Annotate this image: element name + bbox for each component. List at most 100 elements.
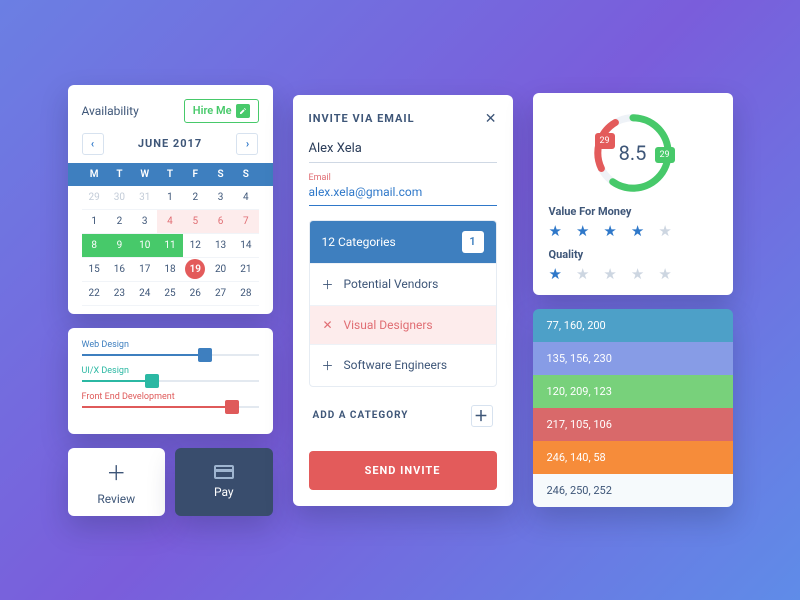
prev-month-button[interactable]: ‹ <box>82 133 104 155</box>
star-icon[interactable]: ★ <box>631 265 644 283</box>
slider-label: Web Design <box>82 340 259 350</box>
calendar-day[interactable]: 1 <box>82 210 107 234</box>
color-swatch[interactable]: 246, 250, 252 <box>533 474 733 507</box>
category-row[interactable]: ✕ Visual Designers <box>310 305 496 344</box>
calendar-day[interactable]: 24 <box>132 282 157 306</box>
skill-slider[interactable]: Front End Development <box>82 392 259 408</box>
pay-label: Pay <box>214 485 234 499</box>
calendar-day[interactable]: 1 <box>157 186 182 210</box>
review-label: Review <box>97 492 135 506</box>
email-label: Email <box>309 173 497 183</box>
slider-knob[interactable] <box>145 374 159 388</box>
calendar-day[interactable]: 27 <box>208 282 233 306</box>
star-icon[interactable]: ★ <box>603 222 616 240</box>
remove-icon: ✕ <box>322 318 334 332</box>
calendar-day[interactable]: 2 <box>183 186 208 210</box>
star-icon[interactable]: ★ <box>549 222 562 240</box>
weekday-header: MTWTFSS <box>68 163 273 186</box>
star-icon[interactable]: ★ <box>603 265 616 283</box>
hire-me-button[interactable]: Hire Me <box>184 99 259 123</box>
plus-icon: ＋ <box>471 405 493 427</box>
calendar-day[interactable]: 20 <box>208 258 233 282</box>
add-icon: ＋ <box>322 357 334 374</box>
calendar-day[interactable]: 25 <box>157 282 182 306</box>
calendar-day[interactable]: 19 <box>183 258 208 282</box>
calendar-day[interactable]: 6 <box>208 210 233 234</box>
slider-knob[interactable] <box>198 348 212 362</box>
rating-label: Value For Money <box>549 205 717 218</box>
slider-label: UI/X Design <box>82 366 259 376</box>
month-label: JUNE 2017 <box>138 137 202 150</box>
star-icon[interactable]: ★ <box>576 265 589 283</box>
calendar-day[interactable]: 4 <box>157 210 182 234</box>
calendar-day[interactable]: 7 <box>233 210 258 234</box>
color-swatches-card: 77, 160, 200135, 156, 230120, 209, 12321… <box>533 309 733 507</box>
color-swatch[interactable]: 77, 160, 200 <box>533 309 733 342</box>
calendar-day[interactable]: 5 <box>183 210 208 234</box>
star-icon[interactable]: ★ <box>658 265 671 283</box>
selected-count-badge: 1 <box>462 231 484 253</box>
rating-stars[interactable]: ★ ★ ★ ★ ★ <box>549 265 717 283</box>
calendar-day[interactable]: 4 <box>233 186 258 210</box>
score-ring: 8.5 29 29 <box>549 109 717 197</box>
calendar-day[interactable]: 13 <box>208 234 233 258</box>
calendar-day[interactable]: 22 <box>82 282 107 306</box>
score-chip-green: 29 <box>655 147 675 163</box>
calendar-day[interactable]: 15 <box>82 258 107 282</box>
calendar-day[interactable]: 18 <box>157 258 182 282</box>
category-row[interactable]: ＋ Software Engineers <box>310 344 496 386</box>
calendar-day[interactable]: 17 <box>132 258 157 282</box>
close-icon[interactable]: ✕ <box>485 111 497 127</box>
name-input[interactable]: Alex Xela <box>309 137 497 163</box>
category-label: Visual Designers <box>344 318 433 332</box>
skill-slider[interactable]: UI/X Design <box>82 366 259 382</box>
category-label: Software Engineers <box>344 358 448 372</box>
calendar-day[interactable]: 29 <box>82 186 107 210</box>
color-swatch[interactable]: 217, 105, 106 <box>533 408 733 441</box>
score-value: 8.5 <box>619 141 647 165</box>
rating-stars[interactable]: ★ ★ ★ ★ ★ <box>549 222 717 240</box>
calendar-day[interactable]: 8 <box>82 234 107 258</box>
next-month-button[interactable]: › <box>236 133 258 155</box>
categories-count-label: 12 Categories <box>322 235 396 249</box>
calendar-day[interactable]: 3 <box>208 186 233 210</box>
calendar-day[interactable]: 10 <box>132 234 157 258</box>
calendar-day[interactable]: 3 <box>132 210 157 234</box>
card-icon <box>214 465 234 479</box>
calendar-day[interactable]: 12 <box>183 234 208 258</box>
color-swatch[interactable]: 135, 156, 230 <box>533 342 733 375</box>
calendar-day[interactable]: 9 <box>107 234 132 258</box>
category-label: Potential Vendors <box>344 277 439 291</box>
calendar-day[interactable]: 23 <box>107 282 132 306</box>
star-icon[interactable]: ★ <box>549 265 562 283</box>
calendar-day[interactable]: 30 <box>107 186 132 210</box>
star-icon[interactable]: ★ <box>576 222 589 240</box>
email-input[interactable]: alex.xela@gmail.com <box>309 185 497 206</box>
calendar-grid: 2930311234123456789101112131415161718192… <box>82 186 259 306</box>
rating-label: Quality <box>549 248 717 261</box>
star-icon[interactable]: ★ <box>658 222 671 240</box>
calendar-day[interactable]: 14 <box>233 234 258 258</box>
add-category-button[interactable]: ADD A CATEGORY ＋ <box>309 395 497 437</box>
calendar-day[interactable]: 28 <box>233 282 258 306</box>
star-icon[interactable]: ★ <box>631 222 644 240</box>
color-swatch[interactable]: 246, 140, 58 <box>533 441 733 474</box>
category-row[interactable]: ＋Potential Vendors <box>310 263 496 305</box>
skill-slider[interactable]: Web Design <box>82 340 259 356</box>
pay-button[interactable]: Pay <box>175 448 273 516</box>
calendar-day[interactable]: 31 <box>132 186 157 210</box>
categories-header: 12 Categories 1 <box>310 221 496 263</box>
edit-icon <box>236 104 250 118</box>
hire-me-label: Hire Me <box>193 104 232 117</box>
add-category-label: ADD A CATEGORY <box>313 410 409 421</box>
slider-knob[interactable] <box>225 400 239 414</box>
color-swatch[interactable]: 120, 209, 123 <box>533 375 733 408</box>
calendar-day[interactable]: 11 <box>157 234 182 258</box>
calendar-day[interactable]: 21 <box>233 258 258 282</box>
calendar-day[interactable]: 2 <box>107 210 132 234</box>
calendar-day[interactable]: 16 <box>107 258 132 282</box>
send-invite-button[interactable]: SEND INVITE <box>309 451 497 490</box>
invite-card: INVITE VIA EMAIL ✕ Alex Xela Email alex.… <box>293 95 513 506</box>
review-button[interactable]: ＋ Review <box>68 448 166 516</box>
calendar-day[interactable]: 26 <box>183 282 208 306</box>
